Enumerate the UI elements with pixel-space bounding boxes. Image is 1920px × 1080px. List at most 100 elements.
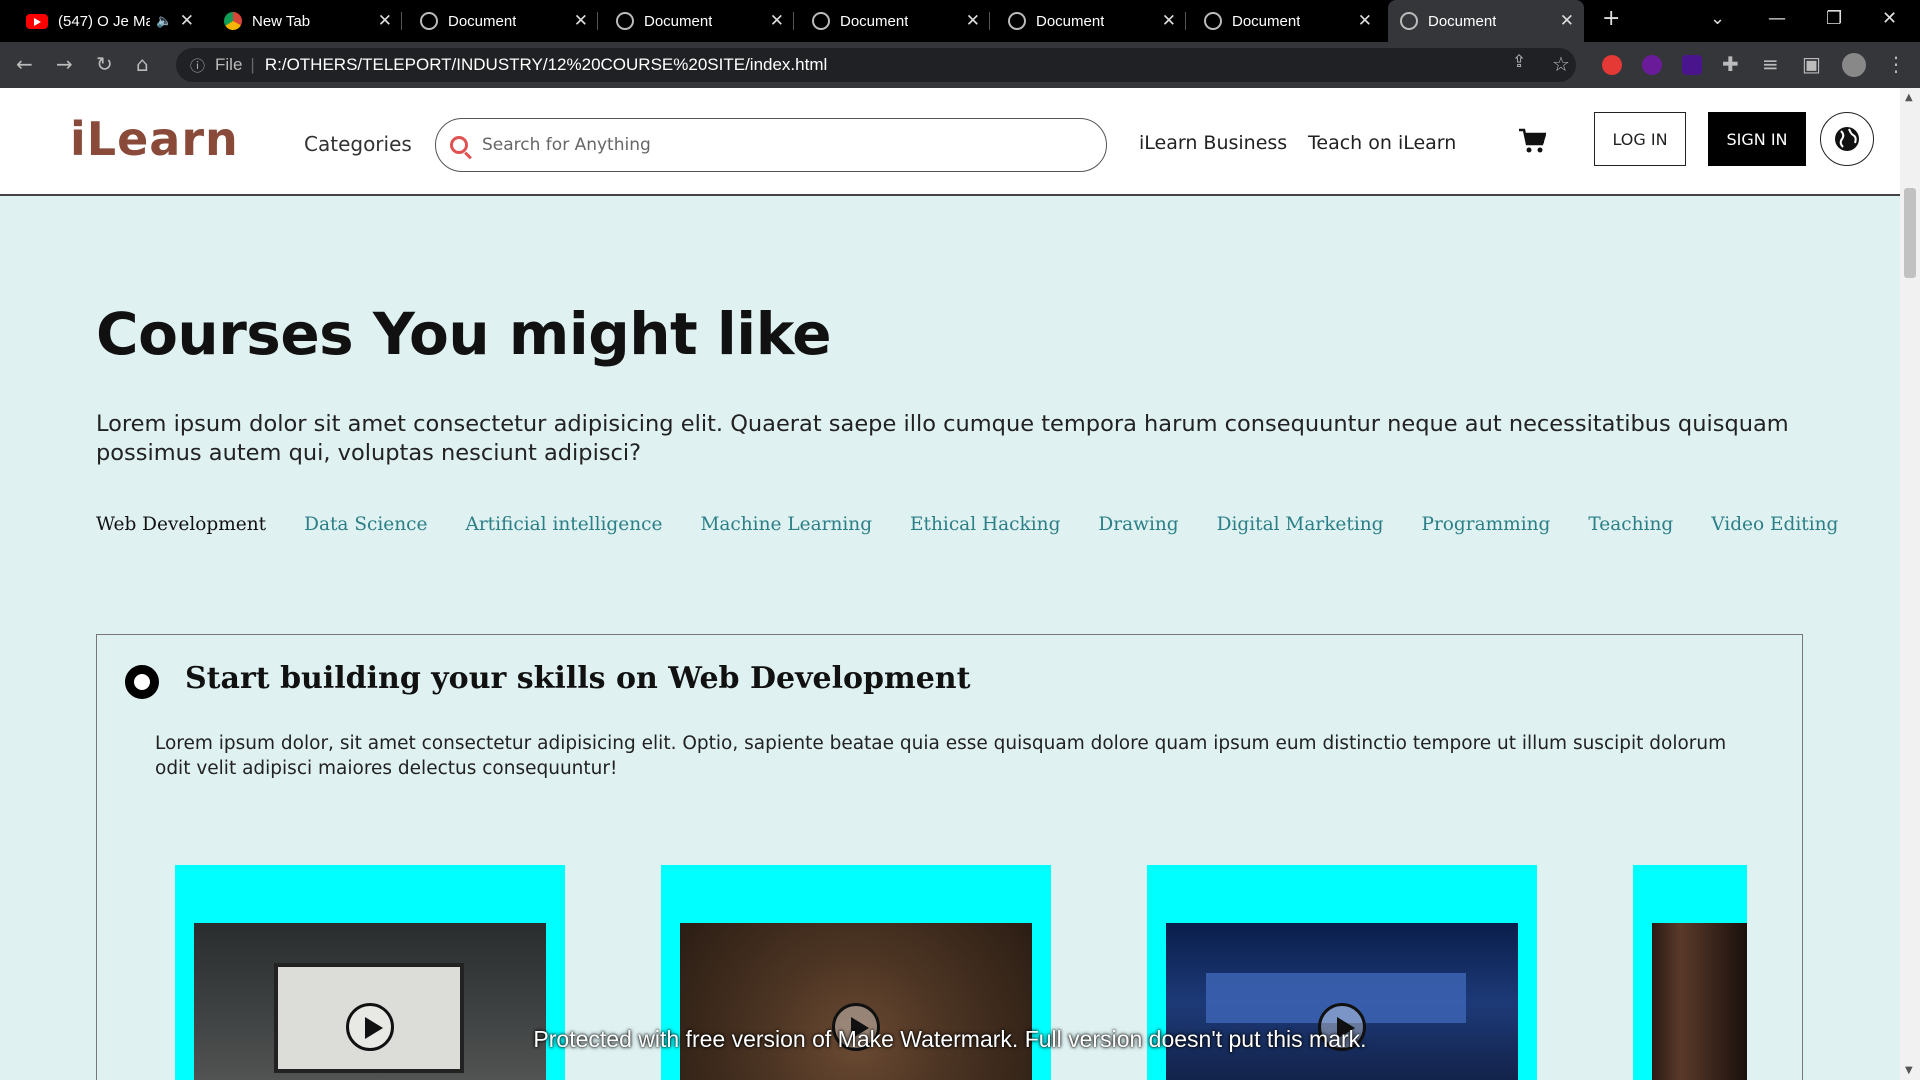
course-thumbnail[interactable] [1166,923,1518,1080]
globe-icon [1008,12,1026,30]
profile-avatar-icon[interactable] [1842,53,1866,77]
menu-kebab-icon[interactable]: ⋮ [1886,52,1906,76]
url-scheme: File [215,55,243,74]
new-tab-icon[interactable]: + [1602,6,1620,31]
language-button[interactable] [1820,112,1874,166]
browser-tab[interactable]: Document ✕ [800,0,990,42]
panel-description: Lorem ipsum dolor, sit amet consectetur … [155,733,1727,779]
tab-search-icon[interactable]: ⌄ [1710,8,1725,29]
close-window-icon[interactable]: ✕ [1882,8,1897,29]
logo[interactable]: iLearn [70,112,239,166]
globe-icon [616,12,634,30]
search-input[interactable] [482,135,1042,155]
tab-separator [597,12,598,30]
page-title: Courses You might like [96,300,832,368]
share-icon[interactable]: ⇪ [1512,52,1526,72]
extension-icon[interactable] [1682,55,1702,75]
close-tab-icon[interactable]: ✕ [770,11,784,31]
course-panel: Start building your skills on Web Develo… [96,634,1803,1080]
close-tab-icon[interactable]: ✕ [180,11,194,31]
speaker-icon[interactable]: 🔈 [156,13,172,29]
close-tab-icon[interactable]: ✕ [1560,11,1574,31]
globe-icon [420,12,438,30]
teach-link[interactable]: Teach on iLearn [1308,132,1456,154]
intro-text: Lorem ipsum dolor sit amet consectetur a… [96,411,1789,466]
tab-title: Document [644,12,713,30]
close-tab-icon[interactable]: ✕ [378,11,392,31]
media-control-icon[interactable]: ≡ [1762,52,1779,76]
globe-icon [1204,12,1222,30]
url-divider: | [250,55,255,74]
business-link[interactable]: iLearn Business [1139,132,1287,154]
browser-tab-active[interactable]: Document ✕ [1388,0,1584,42]
tab-programming[interactable]: Programming [1422,514,1551,535]
course-thumbnail[interactable] [1652,923,1747,1080]
browser-toolbar: ← → ↻ ⌂ ⓘ File | R:/OTHERS/TELEPORT/INDU… [0,42,1920,88]
tab-title: Document [1232,12,1301,30]
watermark-banner: Protected with free version of Make Wate… [533,1026,1367,1052]
close-tab-icon[interactable]: ✕ [1162,11,1176,31]
site-info-icon[interactable]: ⓘ [190,55,205,76]
tab-separator [1185,12,1186,30]
tab-title: Document [1036,12,1105,30]
home-icon[interactable]: ⌂ [136,52,149,76]
tab-teaching[interactable]: Teaching [1588,514,1673,535]
browser-tab[interactable]: New Tab ✕ [212,0,402,42]
restore-icon[interactable]: ❐ [1826,8,1842,29]
address-bar[interactable]: ⓘ File | R:/OTHERS/TELEPORT/INDUSTRY/12%… [176,48,1576,82]
globe-icon [1835,127,1859,151]
youtube-icon [26,13,48,29]
scroll-down-icon[interactable]: ▼ [1905,1065,1913,1076]
panel-title: Start building your skills on Web Develo… [185,661,971,696]
reload-icon[interactable]: ↻ [96,52,113,76]
search-icon [450,136,468,154]
extension-icon[interactable] [1642,55,1662,75]
course-thumbnail[interactable] [680,923,1032,1080]
signin-button[interactable]: SIGN IN [1708,112,1806,166]
tab-digital-marketing[interactable]: Digital Marketing [1217,514,1384,535]
course-thumbnail[interactable] [194,923,546,1080]
scroll-up-icon[interactable]: ▲ [1905,92,1913,103]
url-text[interactable]: R:/OTHERS/TELEPORT/INDUSTRY/12%20COURSE%… [265,55,827,75]
tab-separator [793,12,794,30]
cart-icon[interactable] [1518,128,1546,154]
tab-title: New Tab [252,12,311,30]
side-panel-icon[interactable]: ▣ [1802,52,1821,76]
tab-ethical-hacking[interactable]: Ethical Hacking [910,514,1060,535]
browser-tab-bar: (547) O Je Ma 🔈 ✕ New Tab ✕ Document ✕ D… [0,0,1920,42]
radio-bullet-icon [125,665,159,699]
globe-icon [1400,12,1418,30]
minimize-icon[interactable]: — [1768,8,1786,29]
site-header: iLearn Categories iLearn Business Teach … [0,88,1900,196]
browser-tab[interactable]: Document ✕ [1192,0,1382,42]
search-bar[interactable] [435,118,1107,172]
page-scrollbar[interactable]: ▲ ▼ [1900,88,1920,1080]
scrollbar-thumb[interactable] [1904,188,1916,278]
tab-machine-learning[interactable]: Machine Learning [700,514,872,535]
tab-separator [989,12,990,30]
tab-video-editing[interactable]: Video Editing [1711,514,1838,535]
close-tab-icon[interactable]: ✕ [1358,11,1372,31]
forward-icon[interactable]: → [56,52,73,76]
login-button[interactable]: LOG IN [1594,112,1686,166]
tab-title: Document [1428,12,1497,30]
tab-data-science[interactable]: Data Science [304,514,427,535]
close-tab-icon[interactable]: ✕ [966,11,980,31]
puzzle-extensions-icon[interactable]: ✚ [1722,52,1739,76]
back-icon[interactable]: ← [16,52,33,76]
categories-link[interactable]: Categories [304,132,412,156]
browser-tab[interactable]: Document ✕ [996,0,1186,42]
close-tab-icon[interactable]: ✕ [574,11,588,31]
bookmark-star-icon[interactable]: ☆ [1552,52,1570,76]
tab-title: Document [840,12,909,30]
tab-web-development[interactable]: Web Development [96,514,266,535]
browser-tab[interactable]: Document ✕ [604,0,794,42]
tab-drawing[interactable]: Drawing [1098,514,1178,535]
browser-tab[interactable]: Document ✕ [408,0,598,42]
tab-title: (547) O Je Ma [58,12,150,30]
tab-artificial-intelligence[interactable]: Artificial intelligence [465,514,662,535]
adblock-icon[interactable] [1602,55,1622,75]
browser-tab[interactable]: (547) O Je Ma 🔈 ✕ [14,0,204,42]
tab-title: Document [448,12,517,30]
globe-icon [812,12,830,30]
